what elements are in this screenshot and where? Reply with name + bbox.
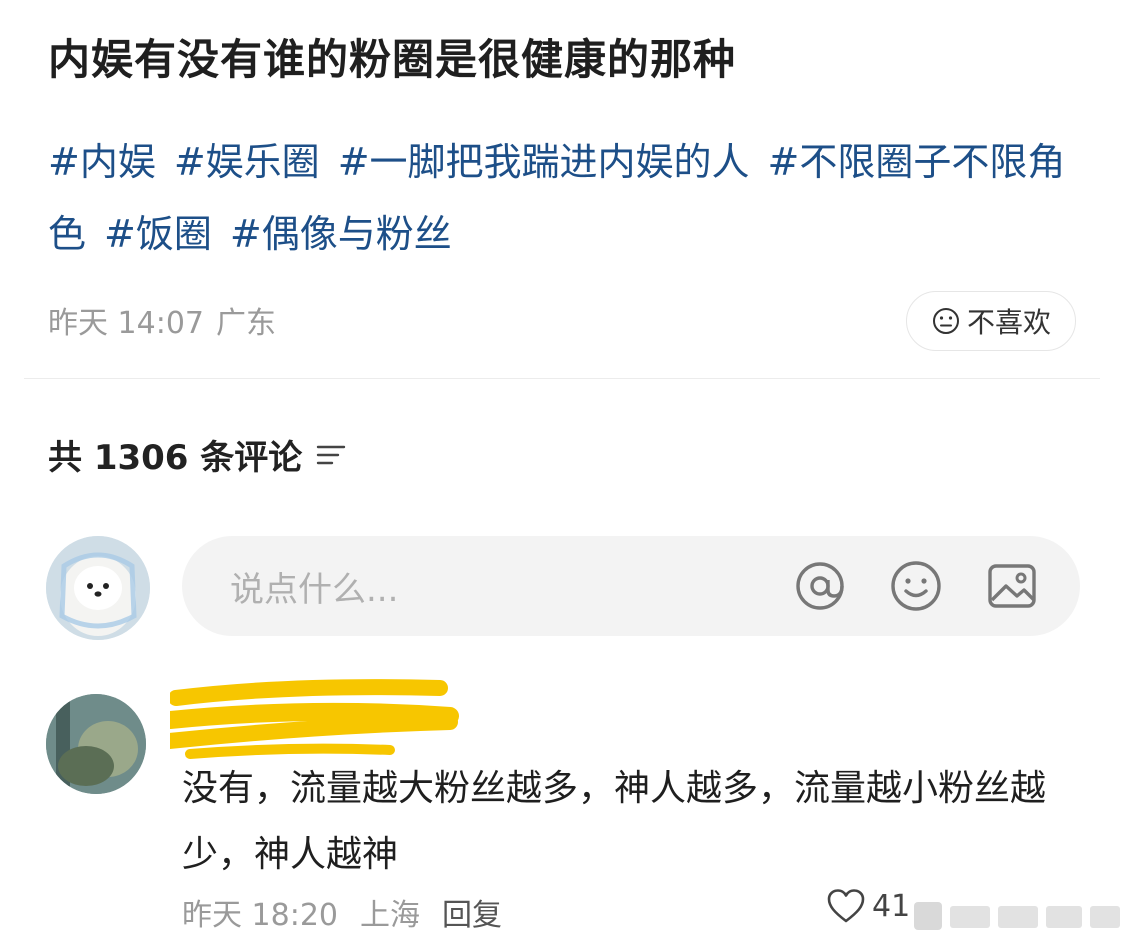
at-icon[interactable] — [792, 558, 848, 614]
tag-link[interactable]: #娱乐圈 — [174, 140, 320, 184]
dog-avatar-image — [46, 536, 150, 640]
commenter-avatar[interactable] — [46, 694, 146, 794]
comment-time: 昨天 18:20 — [182, 898, 338, 933]
tag-link[interactable]: #一脚把我踹进内娱的人 — [338, 140, 750, 184]
comment-location: 上海 — [360, 898, 420, 933]
heart-icon — [827, 889, 865, 923]
tag-link[interactable]: #偶像与粉丝 — [230, 212, 452, 256]
dislike-button[interactable]: 不喜欢 — [906, 291, 1076, 351]
neutral-face-icon — [932, 308, 959, 334]
reply-button[interactable]: 回复 — [442, 890, 502, 934]
sort-icon[interactable] — [316, 443, 346, 467]
post-location: 广东 — [216, 306, 276, 341]
avatar[interactable] — [46, 536, 150, 640]
post-title: 内娱有没有谁的粉圈是很健康的那种 — [48, 35, 737, 84]
tag-link[interactable]: #饭圈 — [104, 212, 212, 256]
emoji-icon[interactable] — [888, 558, 944, 614]
commenter-avatar-image — [46, 694, 146, 794]
post-meta: 昨天 14:07 广东 — [48, 298, 288, 342]
comment-count[interactable]: 共 1306 条评论 — [48, 430, 346, 479]
tag-link[interactable]: #内娱 — [48, 140, 156, 184]
comment-input[interactable]: 说点什么... — [182, 536, 1080, 636]
like-button[interactable]: 41 — [826, 888, 910, 924]
input-toolbar — [792, 536, 1040, 636]
comment-meta: 昨天 18:20 上海 回复 — [182, 890, 502, 934]
comment-text: 没有，流量越大粉丝越多，神人越多，流量越小粉丝越少，神人越神 — [182, 768, 1047, 875]
watermark-logo — [910, 898, 1124, 932]
tag-list: #内娱 #娱乐圈 #一脚把我踹进内娱的人 #不限圈子不限角色 #饭圈 #偶像与粉丝 — [48, 126, 1088, 270]
divider — [24, 378, 1100, 379]
dislike-label: 不喜欢 — [966, 306, 1051, 339]
post-date: 昨天 14:07 — [48, 306, 204, 341]
comment-input-placeholder: 说点什么... — [230, 569, 399, 610]
comment-count-label: 共 1306 条评论 — [48, 438, 303, 478]
image-icon[interactable] — [984, 558, 1040, 614]
redacted-username — [170, 679, 459, 759]
like-count: 41 — [872, 888, 911, 924]
